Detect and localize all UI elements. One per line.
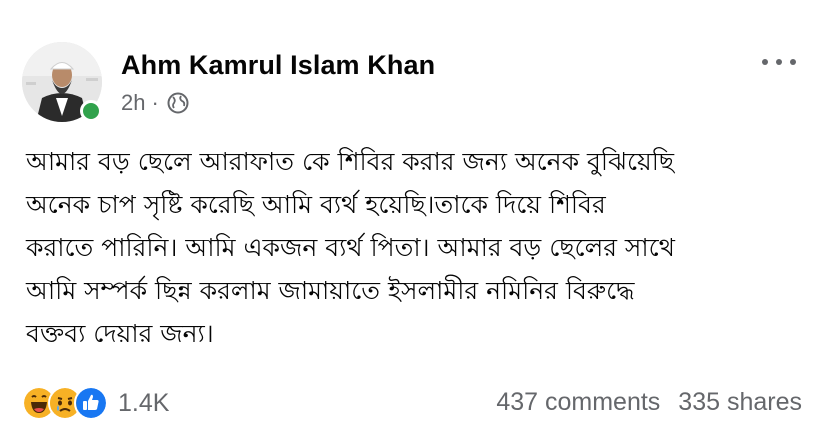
online-status-indicator [80, 100, 102, 122]
post-text-line: অনেক চাপ সৃষ্টি করেছি আমি ব্যর্থ হয়েছি।… [26, 190, 606, 219]
reactions-summary[interactable]: 1.4K [22, 386, 169, 420]
facebook-post: Ahm Kamrul Islam Khan 2h · আমার বড় ছেলে… [0, 0, 828, 436]
shares-count[interactable]: 335 shares [678, 388, 802, 417]
ellipsis-icon [762, 59, 768, 65]
post-text: আমার বড় ছেলে আরাফাত কে শিবির করার জন্য … [26, 140, 816, 355]
reaction-count[interactable]: 1.4K [118, 389, 169, 418]
author-name[interactable]: Ahm Kamrul Islam Khan [121, 50, 435, 81]
post-text-line: করাতে পারিনি। আমি একজন ব্যর্থ পিতা। আমার… [26, 233, 675, 262]
post-text-line: আমার বড় ছেলে আরাফাত কে শিবির করার জন্য … [26, 147, 675, 176]
like-icon [74, 386, 108, 420]
comments-count[interactable]: 437 comments [496, 388, 660, 417]
meta-separator: · [151, 90, 159, 115]
post-stats: 437 comments 335 shares [496, 388, 802, 417]
post-meta: 2h · [121, 90, 189, 116]
post-timestamp[interactable]: 2h [121, 90, 145, 116]
post-text-line: বক্তব্য দেয়ার জন্য। [26, 319, 214, 348]
globe-icon[interactable] [167, 92, 189, 114]
more-options-button[interactable] [762, 52, 796, 72]
post-text-line: আমি সম্পর্ক ছিন্ন করলাম জামায়াতে ইসলামী… [26, 276, 635, 305]
